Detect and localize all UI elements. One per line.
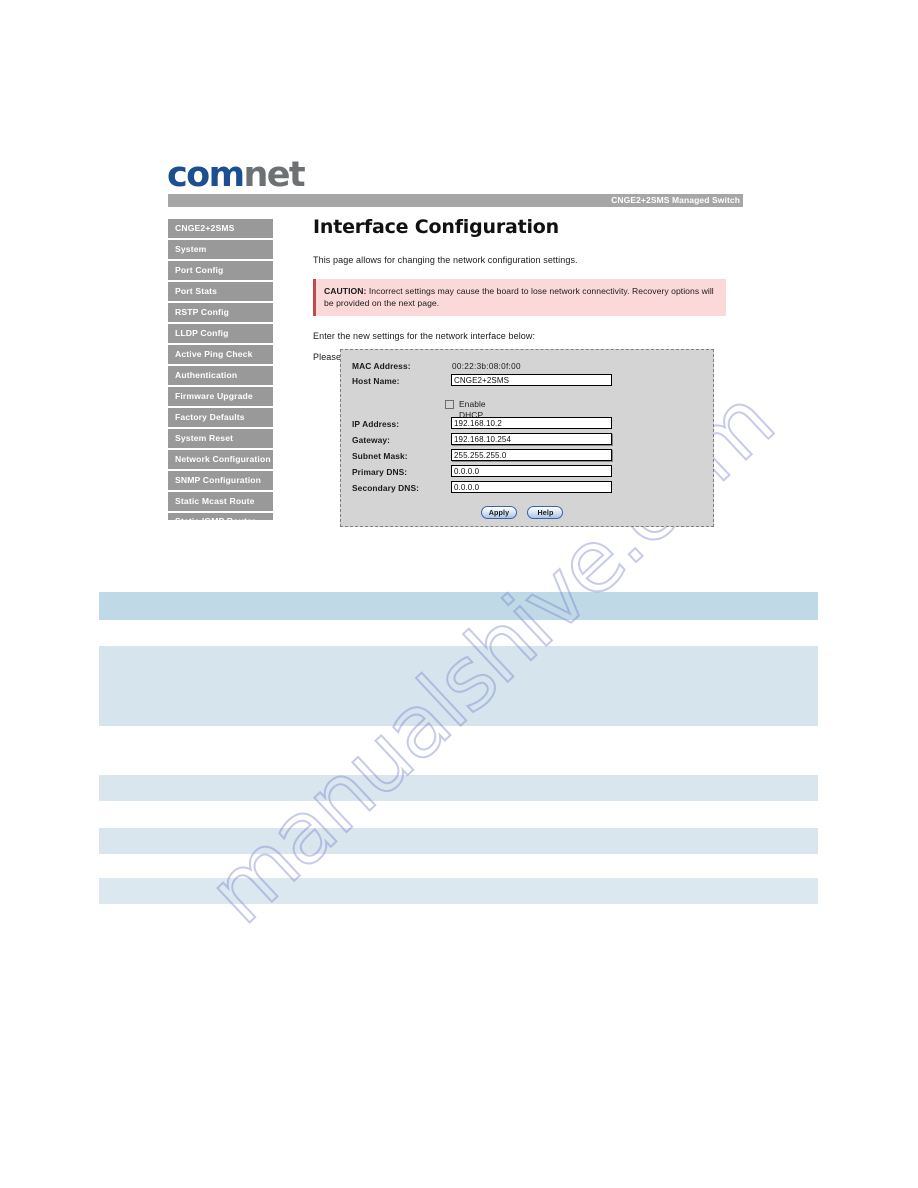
- sidebar-item-system-reset[interactable]: System Reset: [168, 429, 273, 448]
- caution-banner: CAUTION: Incorrect settings may cause th…: [313, 279, 726, 316]
- placeholder-bar-2: [99, 646, 818, 726]
- page-title: Interface Configuration: [313, 216, 559, 238]
- sidebar-item-rstp-config[interactable]: RSTP Config: [168, 303, 273, 322]
- subnet-mask-input[interactable]: [451, 449, 612, 461]
- subnet-mask-label: Subnet Mask:: [352, 451, 408, 461]
- sidebar-nav: CNGE2+2SMS System Port Config Port Stats…: [168, 219, 273, 520]
- page-root: comnet CNGE2+2SMS Managed Switch CNGE2+2…: [0, 0, 918, 1188]
- primary-dns-label: Primary DNS:: [352, 467, 408, 477]
- gateway-input[interactable]: [451, 433, 612, 445]
- host-name-label: Host Name:: [352, 376, 400, 386]
- caution-prefix: CAUTION:: [324, 286, 367, 296]
- mac-address-label: MAC Address:: [352, 361, 411, 371]
- form-button-row: Apply Help: [481, 502, 569, 520]
- sidebar-item-system[interactable]: System: [168, 240, 273, 259]
- sidebar-item-factory-defaults[interactable]: Factory Defaults: [168, 408, 273, 427]
- logo-text-net: net: [243, 155, 305, 195]
- help-button[interactable]: Help: [527, 506, 564, 519]
- primary-dns-input[interactable]: [451, 465, 612, 477]
- sidebar-item-authentication[interactable]: Authentication: [168, 366, 273, 385]
- placeholder-bar-4: [99, 828, 818, 854]
- sidebar-item-lldp-config[interactable]: LLDP Config: [168, 324, 273, 343]
- sidebar-item-snmp-configuration[interactable]: SNMP Configuration: [168, 471, 273, 490]
- product-header-bar: CNGE2+2SMS Managed Switch: [168, 194, 743, 207]
- caution-body: Incorrect settings may cause the board t…: [324, 286, 714, 308]
- sidebar-item-port-stats[interactable]: Port Stats: [168, 282, 273, 301]
- mac-address-value: 00:22:3b:08:0f:00: [452, 362, 521, 371]
- sidebar-item-cnge22sms[interactable]: CNGE2+2SMS: [168, 219, 273, 238]
- enable-dhcp-checkbox[interactable]: [445, 400, 454, 409]
- placeholder-bar-3: [99, 775, 818, 801]
- intro-text: This page allows for changing the networ…: [313, 255, 578, 265]
- placeholder-bar-5: [99, 878, 818, 904]
- secondary-dns-label: Secondary DNS:: [352, 483, 420, 493]
- sidebar-item-network-configuration[interactable]: Network Configuration: [168, 450, 273, 469]
- network-settings-panel: MAC Address: 00:22:3b:08:0f:00 Host Name…: [340, 349, 714, 527]
- comnet-logo: comnet: [167, 155, 306, 195]
- product-name-label: CNGE2+2SMS Managed Switch: [611, 195, 740, 205]
- ip-address-label: IP Address:: [352, 419, 400, 429]
- instruction-line-1: Enter the new settings for the network i…: [313, 331, 536, 341]
- ip-address-input[interactable]: [451, 417, 612, 429]
- secondary-dns-input[interactable]: [451, 481, 612, 493]
- gateway-label: Gateway:: [352, 435, 391, 445]
- apply-button[interactable]: Apply: [481, 506, 517, 519]
- host-name-input[interactable]: [451, 374, 612, 386]
- sidebar-item-static-mcast-route[interactable]: Static Mcast Route: [168, 492, 273, 511]
- sidebar-item-static-igmp-router[interactable]: Static IGMP Router: [168, 513, 273, 520]
- caution-text: CAUTION: Incorrect settings may cause th…: [324, 285, 717, 309]
- sidebar-item-active-ping-check[interactable]: Active Ping Check: [168, 345, 273, 364]
- sidebar-item-firmware-upgrade[interactable]: Firmware Upgrade: [168, 387, 273, 406]
- logo-text-com: com: [167, 155, 245, 195]
- sidebar-item-port-config[interactable]: Port Config: [168, 261, 273, 280]
- placeholder-bar-1: [99, 592, 818, 620]
